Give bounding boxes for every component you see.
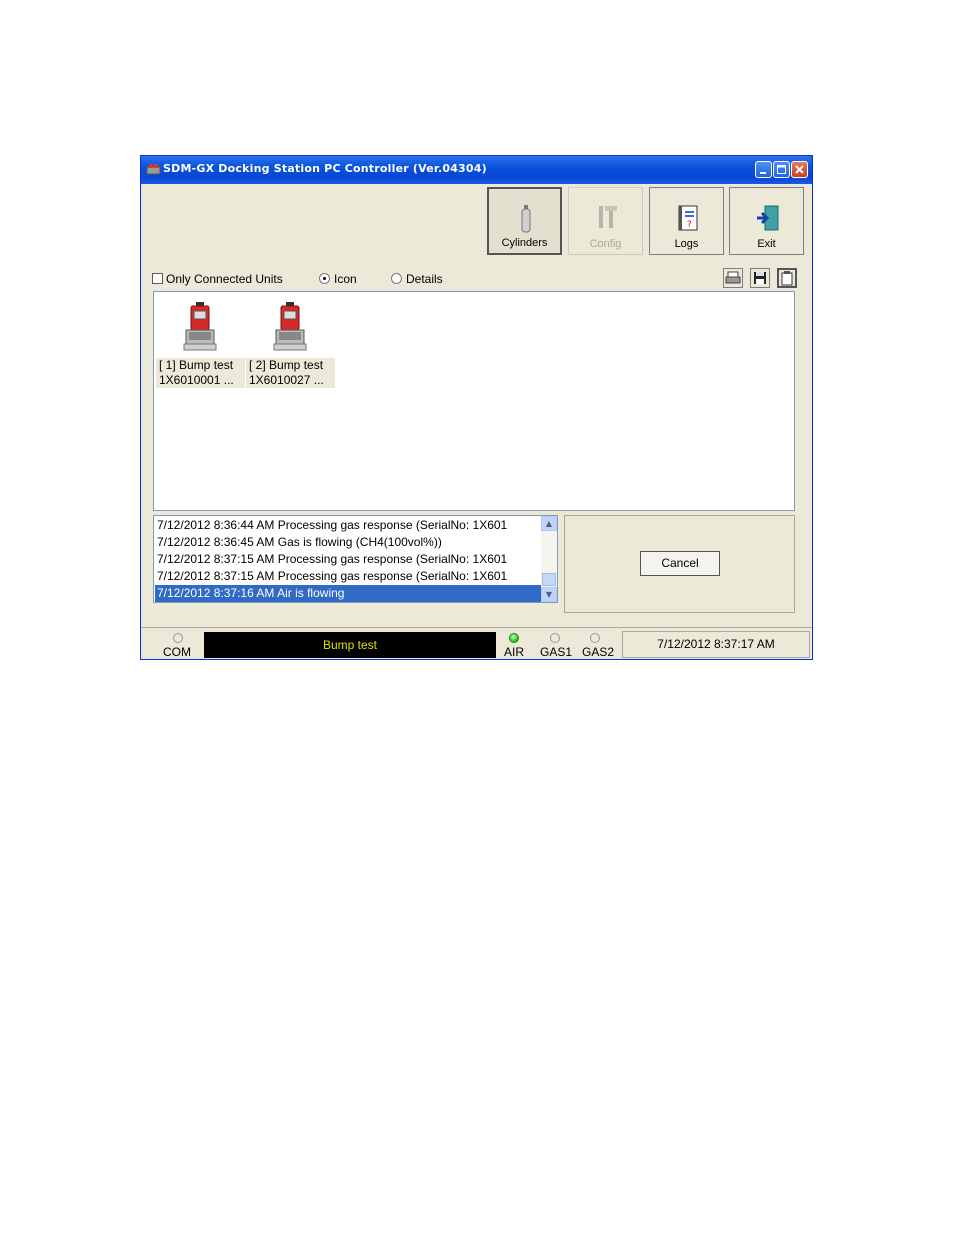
unit-serial-text: 1X6010027 ... [249,373,324,387]
radio-selected-icon [319,273,330,284]
log-entry[interactable]: 7/12/2012 8:36:45 AM Gas is flowing (CH4… [157,534,542,551]
scroll-down-arrow-icon[interactable]: ▼ [541,587,557,602]
clipboard-button[interactable] [777,268,797,288]
event-log-list[interactable]: 7/12/2012 8:36:44 AM Processing gas resp… [153,515,558,603]
print-button[interactable] [723,268,743,288]
svg-text:?: ? [687,220,692,230]
air-led-icon [509,633,519,643]
view-details-radio[interactable]: Details [391,272,443,286]
cancel-button[interactable]: Cancel [640,551,720,576]
status-display: Bump test [204,632,496,658]
log-scrollbar[interactable]: ▲ ▼ [541,516,557,602]
log-entry[interactable]: 7/12/2012 8:36:44 AM Processing gas resp… [157,517,542,534]
config-label: Config [589,238,622,250]
logs-button[interactable]: ? Logs [649,187,724,255]
unit-status-text: [ 2] Bump test [249,358,324,372]
window-title: SDM-GX Docking Station PC Controller (Ve… [163,162,487,175]
gas2-led-icon [590,633,600,643]
printer-icon [725,271,741,284]
floppy-disk-icon [754,272,766,284]
log-entry-selected[interactable]: 7/12/2012 8:37:16 AM Air is flowing [155,585,544,602]
clipboard-icon [781,271,793,286]
gas1-led-icon [550,633,560,643]
docking-station-icon [273,302,307,351]
action-panel: Cancel [564,515,795,613]
unit-icon-list[interactable]: [ 1] Bump test 1X6010001 ... [ 2] Bump t… [153,291,795,511]
scroll-up-arrow-icon[interactable]: ▲ [541,516,557,531]
tools-icon [599,206,617,228]
datetime-display: 7/12/2012 8:37:17 AM [622,631,810,658]
view-icon-radio[interactable]: Icon [319,272,357,286]
unit-caption: [ 1] Bump test 1X6010001 ... [156,358,245,388]
gas2-label: GAS2 [582,645,615,659]
gas1-label: GAS1 [540,645,573,659]
scroll-thumb[interactable] [542,573,556,586]
unit-caption: [ 2] Bump test 1X6010027 ... [246,358,335,388]
app-window: SDM-GX Docking Station PC Controller (Ve… [140,155,813,660]
checkbox-box [152,273,163,284]
cylinders-button[interactable]: Cylinders [487,187,562,255]
cylinder-icon [521,205,531,233]
exit-button[interactable]: Exit [729,187,804,255]
logbook-icon: ? [678,205,698,231]
unit-serial-text: 1X6010001 ... [159,373,234,387]
air-label: AIR [504,645,525,659]
radio-unselected-icon [391,273,402,284]
only-connected-checkbox[interactable]: Only Connected Units [152,272,283,286]
unit-status-text: [ 1] Bump test [159,358,234,372]
app-icon [146,164,161,175]
maximize-button[interactable] [773,161,790,178]
icon-view-label: Icon [334,272,357,286]
exit-label: Exit [757,238,776,250]
title-bar[interactable]: SDM-GX Docking Station PC Controller (Ve… [141,156,812,184]
docking-station-icon [183,302,217,351]
maximize-icon [777,165,786,174]
only-connected-label: Only Connected Units [166,272,283,286]
close-button[interactable] [791,161,808,178]
close-icon [795,165,804,174]
minimize-button[interactable] [755,161,772,178]
logs-label: Logs [674,238,699,250]
config-button[interactable]: Config [568,187,643,255]
minimize-icon [760,172,766,174]
status-bar: COM Bump test AIR GAS1 GAS2 7/12/2012 8:… [141,627,812,660]
log-entry[interactable]: 7/12/2012 8:37:15 AM Processing gas resp… [157,568,542,585]
cylinders-label: Cylinders [501,237,548,249]
log-entry[interactable]: 7/12/2012 8:37:15 AM Processing gas resp… [157,551,542,568]
com-label: COM [163,645,191,659]
com-led-icon [173,633,183,643]
details-view-label: Details [406,272,443,286]
save-button[interactable] [750,268,770,288]
exit-door-icon [757,205,779,231]
